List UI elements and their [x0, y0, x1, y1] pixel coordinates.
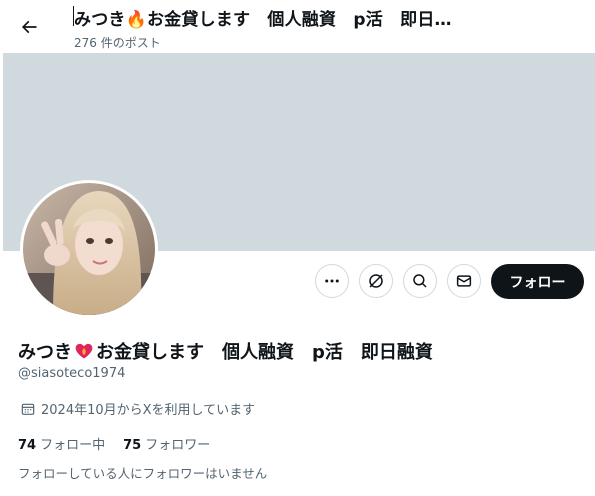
more-button[interactable]: [315, 264, 349, 298]
search-button[interactable]: [403, 264, 437, 298]
display-name-part2: お金貸します 個人融資 p活 即日融資: [96, 342, 433, 363]
grok-button[interactable]: [359, 264, 393, 298]
avatar[interactable]: [20, 180, 158, 318]
following-count: 74: [18, 438, 37, 453]
fire-heart-icon: [75, 343, 93, 359]
back-arrow-icon: [21, 20, 37, 34]
following-label: フォロー中: [40, 438, 106, 453]
avatar-image: [23, 183, 155, 315]
more-icon: [325, 279, 339, 283]
follow-stats: 74 フォロー中 75 フォロワー: [18, 434, 210, 453]
profile-header-bar: みつき🔥お金貸します 個人融資 p活 即日… 276 件のポスト: [0, 0, 595, 53]
grok-icon: [369, 274, 383, 288]
display-name-part1: みつき: [18, 342, 72, 363]
follow-button[interactable]: フォロー: [491, 264, 584, 299]
header-title: みつき🔥お金貸します 個人融資 p活 即日…: [74, 10, 452, 30]
joined-date: 2024年10月からXを利用しています: [20, 399, 255, 418]
followers-count: 75: [123, 438, 142, 453]
followers-label: フォロワー: [145, 438, 211, 453]
post-count: 276 件のポスト: [74, 36, 161, 50]
followers-you-know-note: フォローしている人にフォロワーはいません: [18, 466, 268, 481]
calendar-icon: [21, 403, 35, 415]
following-link[interactable]: 74 フォロー中: [18, 434, 105, 453]
followers-link[interactable]: 75 フォロワー: [123, 434, 210, 453]
search-icon: [413, 274, 427, 288]
user-handle: @siasoteco1974: [18, 366, 126, 381]
back-button[interactable]: [12, 10, 46, 44]
message-button[interactable]: [447, 264, 481, 298]
display-name: みつき お金貸します 個人融資 p活 即日融資: [18, 338, 433, 364]
message-icon: [456, 275, 472, 287]
joined-text: 2024年10月からXを利用しています: [41, 403, 256, 418]
